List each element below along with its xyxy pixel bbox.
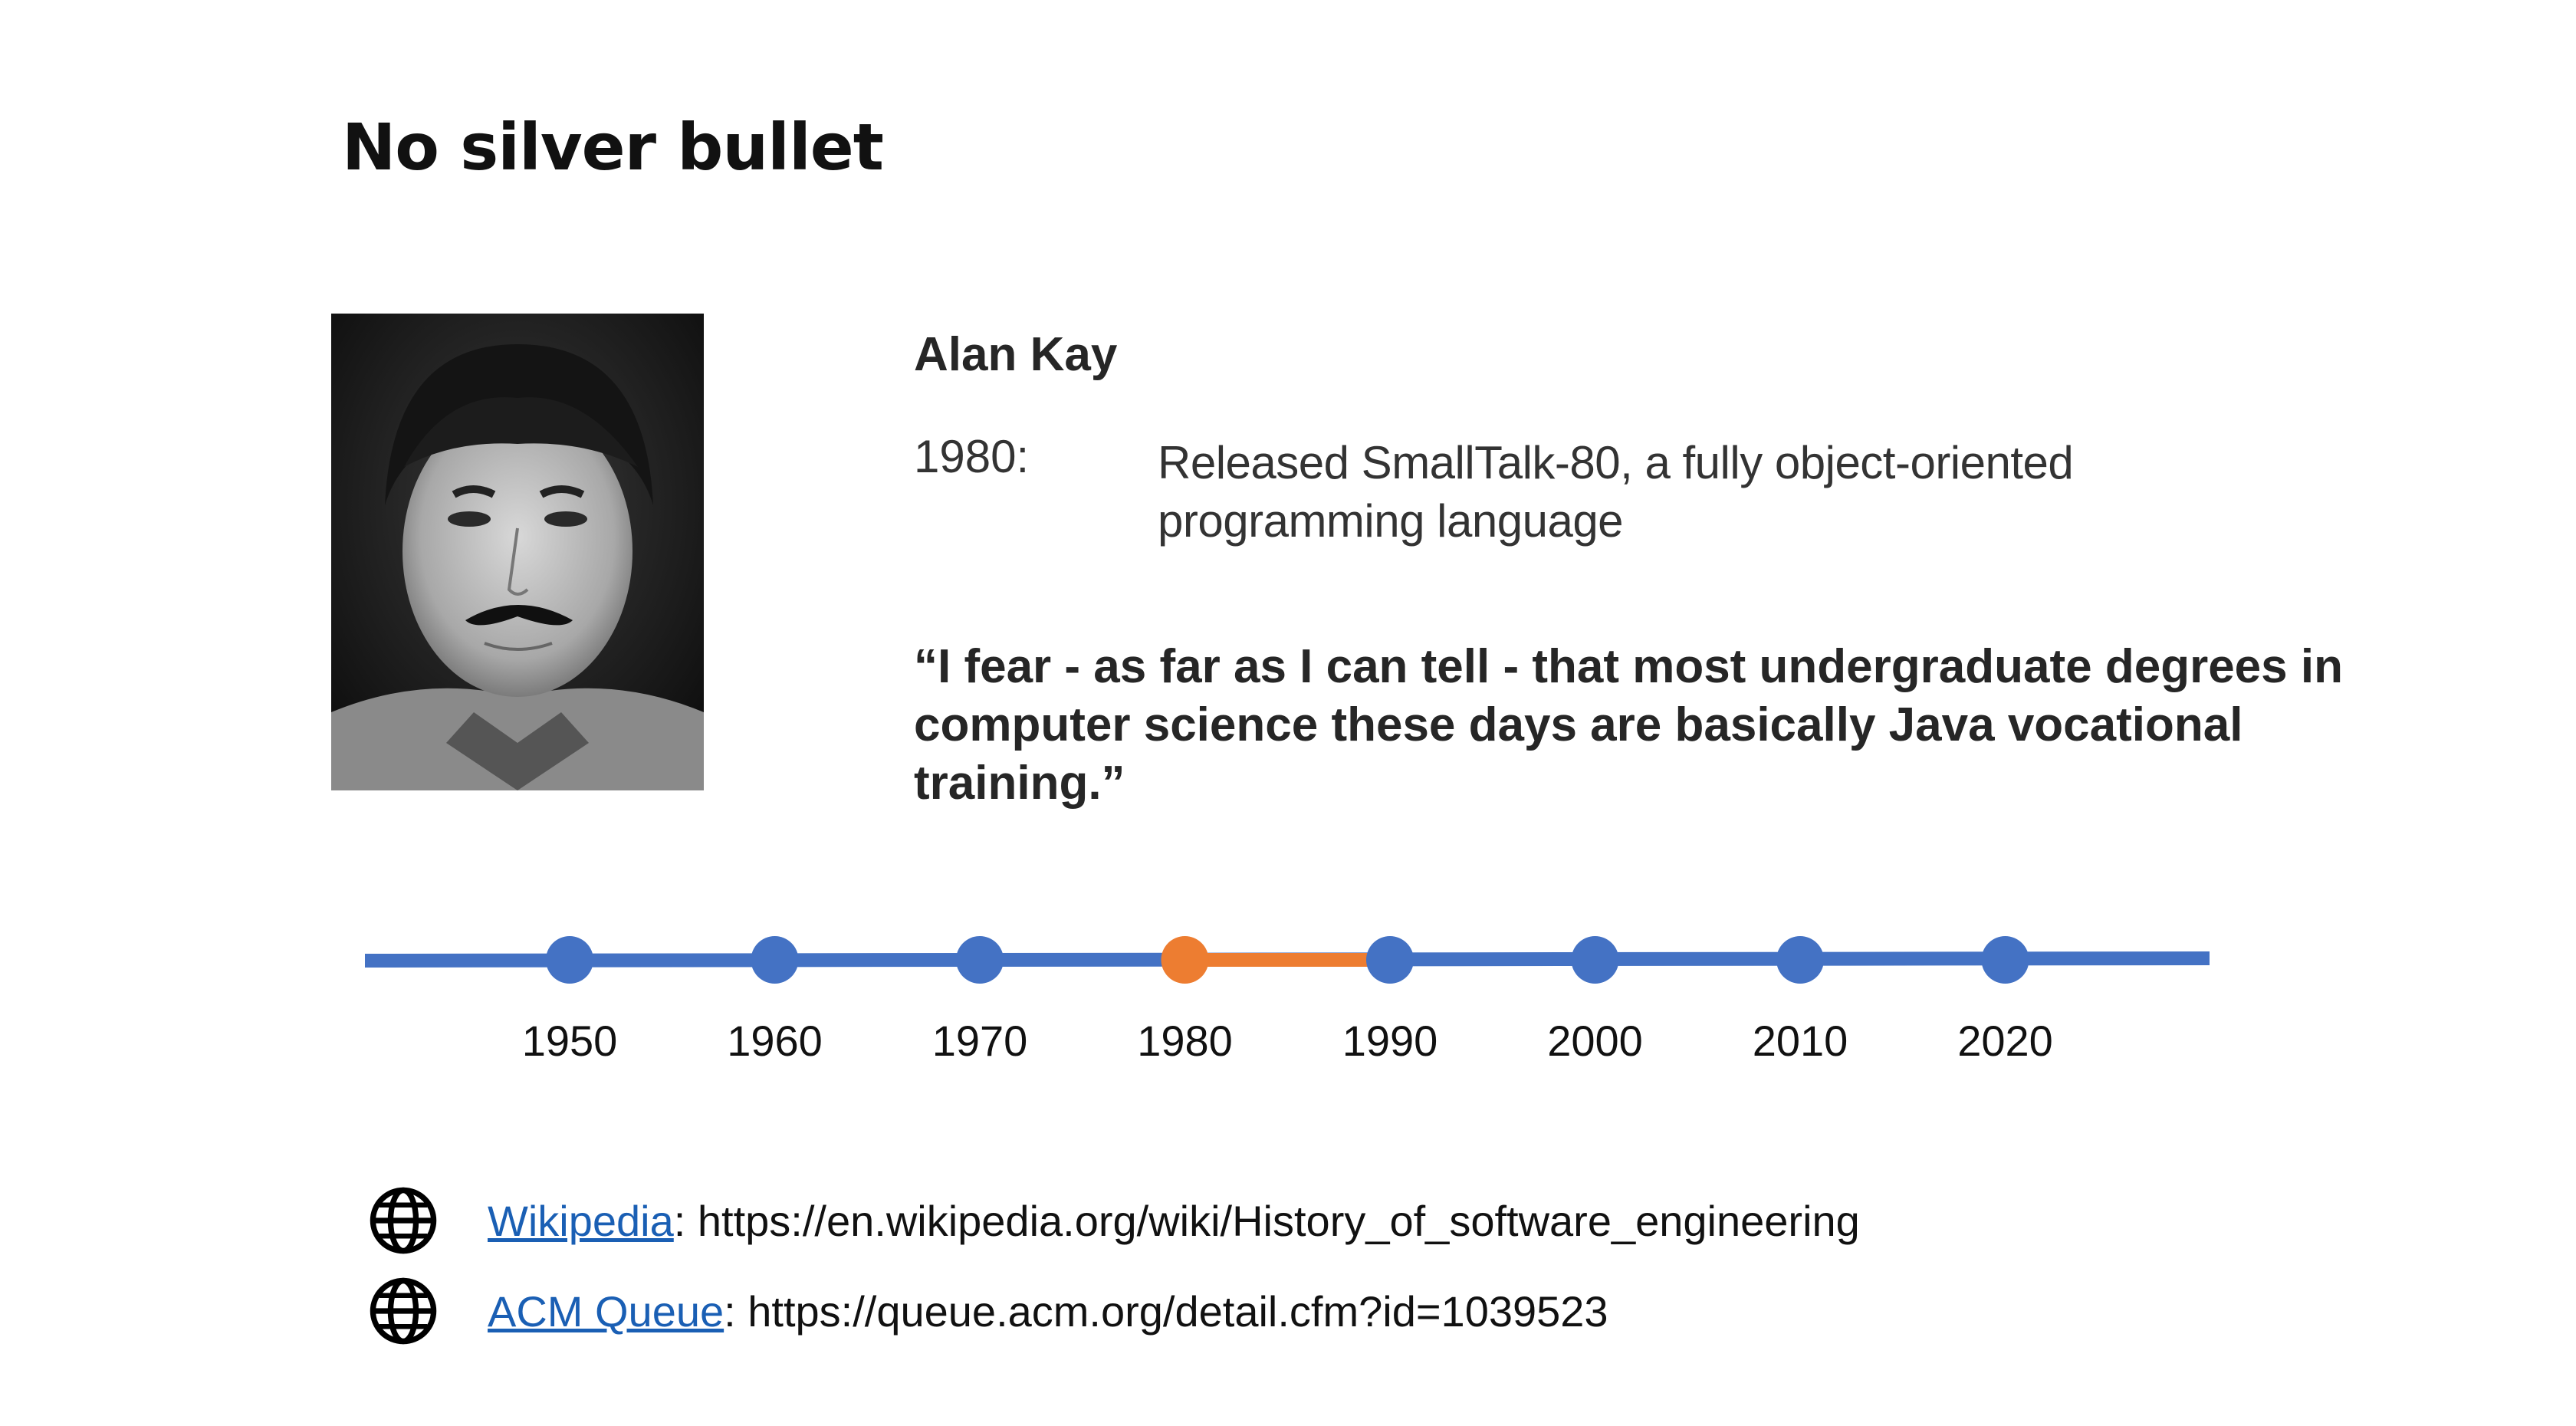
acm-queue-link[interactable]: ACM Queue (488, 1287, 724, 1336)
timeline-dot-1980 (1161, 936, 1209, 984)
timeline-year-label: 1990 (1342, 1017, 1438, 1065)
timeline-year-label: 1980 (1137, 1017, 1233, 1065)
acm-queue-url: https://queue.acm.org/detail.cfm?id=1039… (748, 1286, 1608, 1336)
timeline-dot-1950 (546, 936, 593, 984)
link-row-acm-queue: ACM Queue: https://queue.acm.org/detail.… (368, 1273, 1608, 1349)
wikipedia-url: https://en.wikipedia.org/wiki/History_of… (697, 1196, 1860, 1245)
link-row-wikipedia: Wikipedia: https://en.wikipedia.org/wiki… (368, 1182, 1860, 1259)
timeline-dot-2010 (1776, 936, 1824, 984)
wikipedia-link[interactable]: Wikipedia (488, 1197, 674, 1245)
timeline-dot-1970 (956, 936, 1004, 984)
timeline-dot-1990 (1366, 936, 1414, 984)
timeline-year-label: 1960 (727, 1017, 823, 1065)
timeline-year-label: 1970 (932, 1017, 1028, 1065)
globe-icon (370, 1187, 437, 1254)
timeline-dot-2020 (1981, 936, 2029, 984)
timeline-dot-2000 (1571, 936, 1619, 984)
globe-icon (370, 1277, 437, 1345)
timeline-year-label: 2000 (1547, 1017, 1643, 1065)
timeline-year-label: 2020 (1957, 1017, 2053, 1065)
timeline-year-label: 2010 (1752, 1017, 1848, 1065)
timeline-year-label: 1950 (521, 1017, 618, 1065)
timeline-dot-1960 (751, 936, 799, 984)
